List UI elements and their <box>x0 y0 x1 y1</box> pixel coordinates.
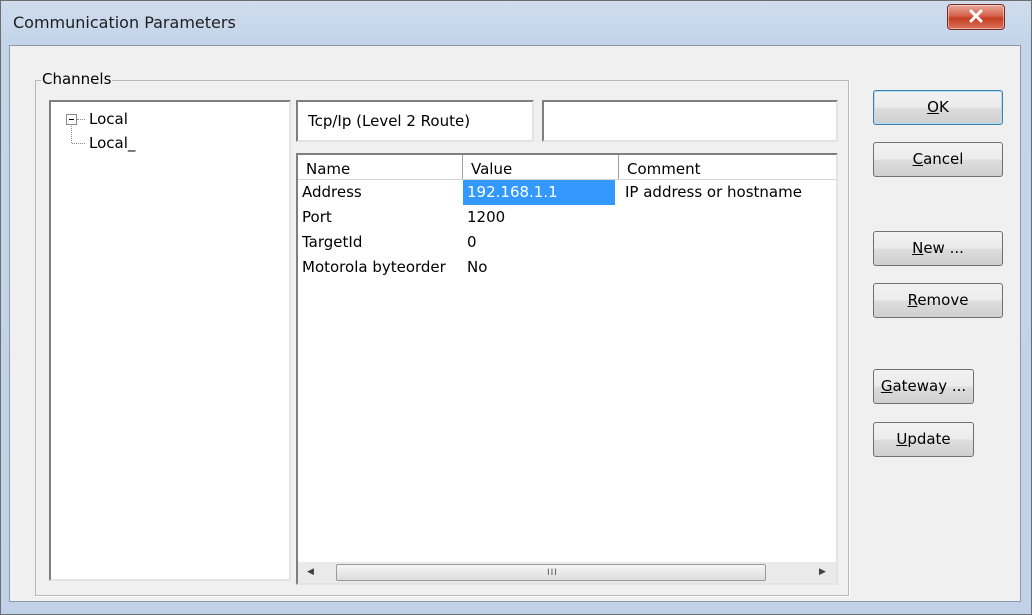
table-row[interactable]: Address 192.168.1.1 IP address or hostna… <box>298 180 836 205</box>
channels-group-label: Channels <box>41 69 113 89</box>
scrollbar-grip: III <box>547 568 558 578</box>
gateway-button[interactable]: Gateway ... <box>873 369 974 404</box>
update-mnemonic: U <box>896 430 908 448</box>
scroll-right-arrow-icon[interactable]: ▶ <box>812 562 833 583</box>
channel-name-field: Tcp/Ip (Level 2 Route) <box>296 100 534 142</box>
cell-name[interactable]: Port <box>298 205 463 230</box>
cell-comment[interactable] <box>619 255 836 280</box>
ok-mnemonic: O <box>927 98 939 116</box>
ok-button[interactable]: OK <box>873 90 1003 125</box>
tree-collapse-icon[interactable] <box>66 114 77 125</box>
new-mnemonic: N <box>912 239 924 257</box>
communication-parameters-window: Communication Parameters Channels Local … <box>0 0 1032 615</box>
update-button[interactable]: Update <box>873 422 974 457</box>
grid-header: Name Value Comment <box>298 155 836 180</box>
horizontal-scrollbar[interactable]: ◀ III ▶ <box>298 562 836 583</box>
cell-name[interactable]: Address <box>298 180 463 205</box>
tree-item-local-child[interactable]: Local_ <box>89 134 135 152</box>
cell-name[interactable]: TargetId <box>298 230 463 255</box>
gateway-label: ateway ... <box>892 377 967 395</box>
table-row[interactable]: Port 1200 <box>298 205 836 230</box>
new-button[interactable]: New ... <box>873 231 1003 266</box>
close-button[interactable] <box>947 4 1005 30</box>
cancel-button[interactable]: Cancel <box>873 142 1003 177</box>
tree-connector <box>77 119 85 120</box>
cell-value[interactable]: No <box>463 255 615 280</box>
close-icon <box>969 9 983 23</box>
cell-comment[interactable] <box>619 230 836 255</box>
cell-comment[interactable] <box>619 205 836 230</box>
ok-label: K <box>938 98 949 116</box>
window-title: Communication Parameters <box>13 13 236 32</box>
channel-description-field <box>542 100 838 142</box>
update-label: pdate <box>907 430 951 448</box>
scrollbar-thumb[interactable]: III <box>336 564 766 581</box>
table-row[interactable]: TargetId 0 <box>298 230 836 255</box>
cell-comment[interactable]: IP address or hostname <box>619 180 836 205</box>
channels-tree[interactable]: Local Local_ <box>49 100 291 581</box>
cell-value-selected[interactable]: 192.168.1.1 <box>463 180 615 205</box>
cell-value[interactable]: 1200 <box>463 205 615 230</box>
new-label: ew ... <box>923 239 964 257</box>
gateway-mnemonic: G <box>880 377 893 395</box>
remove-label: emove <box>917 291 969 309</box>
tree-connector <box>71 126 72 143</box>
cell-name[interactable]: Motorola byteorder <box>298 255 463 280</box>
channel-name-text: Tcp/Ip (Level 2 Route) <box>308 112 471 130</box>
scroll-left-arrow-icon[interactable]: ◀ <box>300 562 321 583</box>
dialog-client-area: Channels Local Local_ Tcp/Ip (Level 2 Ro… <box>9 45 1021 602</box>
column-header-name[interactable]: Name <box>298 155 463 179</box>
table-row[interactable]: Motorola byteorder No <box>298 255 836 280</box>
column-header-comment[interactable]: Comment <box>619 155 836 179</box>
column-header-value[interactable]: Value <box>463 155 619 179</box>
remove-mnemonic: R <box>907 291 918 309</box>
tree-connector <box>72 143 85 144</box>
cancel-label: ancel <box>923 150 964 168</box>
cell-value[interactable]: 0 <box>463 230 615 255</box>
parameters-grid: Name Value Comment Address 192.168.1.1 I… <box>296 153 838 585</box>
remove-button[interactable]: Remove <box>873 283 1003 318</box>
tree-item-local[interactable]: Local <box>89 110 128 128</box>
cancel-mnemonic: C <box>912 150 924 168</box>
